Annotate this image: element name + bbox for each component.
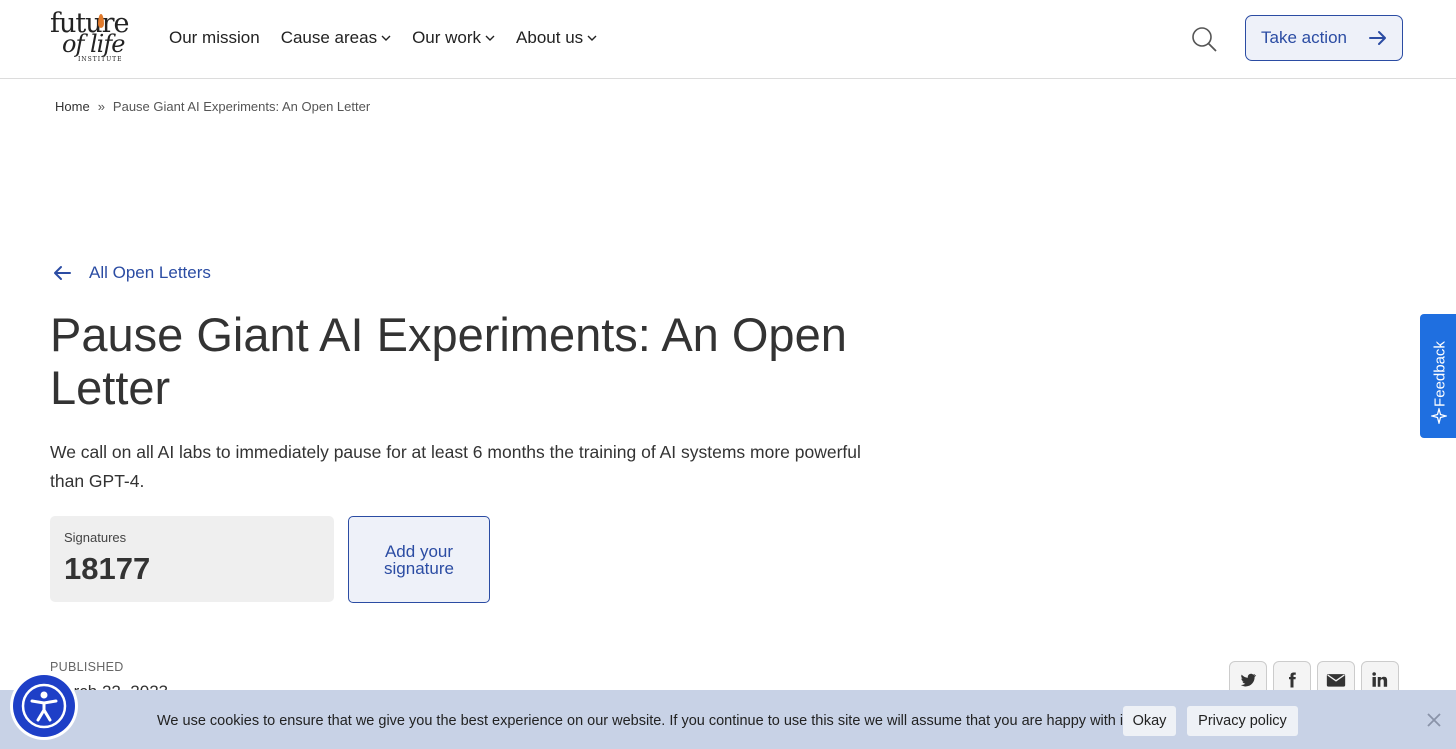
nav-label: About us <box>516 28 584 47</box>
cookie-banner: We use cookies to ensure that we give yo… <box>0 690 1456 749</box>
breadcrumb-home[interactable]: Home <box>55 99 90 114</box>
add-signature-label: Add your signature <box>384 541 454 578</box>
accessibility-icon <box>21 683 67 729</box>
linkedin-icon <box>1372 672 1388 687</box>
article-lede: We call on all AI labs to immediately pa… <box>50 442 861 491</box>
page-title: Pause Giant AI Experiments: An Open Lett… <box>50 308 847 414</box>
nav-our-mission[interactable]: Our mission <box>169 28 260 48</box>
breadcrumb-current: Pause Giant AI Experiments: An Open Lett… <box>112 99 371 114</box>
site-header: future of life INSTITUTE Our mission Cau… <box>0 0 1456 79</box>
take-action-button[interactable]: Take action <box>1245 15 1403 61</box>
nav-our-work[interactable]: Our work <box>412 28 495 48</box>
signature-counter: Signatures 18177 <box>50 516 334 602</box>
site-logo[interactable]: future of life INSTITUTE <box>50 10 130 68</box>
feedback-tab[interactable]: Feedback <box>1420 314 1456 438</box>
signatures-count: 18177 <box>64 551 151 586</box>
flame-icon <box>98 14 104 28</box>
accessibility-button[interactable] <box>10 672 78 740</box>
cookie-okay-button[interactable]: Okay <box>1123 706 1176 736</box>
nav-about-us[interactable]: About us <box>516 28 597 48</box>
nav-label: Our mission <box>169 28 260 47</box>
search-icon[interactable] <box>1190 25 1218 53</box>
arrow-right-icon <box>1369 31 1386 45</box>
privacy-policy-label: Privacy policy <box>1198 713 1287 729</box>
nav-label: Cause areas <box>280 28 378 47</box>
logo-line-3: INSTITUTE <box>78 56 123 63</box>
nav-cause-areas[interactable]: Cause areas <box>281 28 391 48</box>
feedback-label: Feedback <box>1431 341 1449 407</box>
take-action-label: Take action <box>1261 28 1347 47</box>
accessibility-badge <box>13 675 75 737</box>
nav-label: Our work <box>412 28 482 47</box>
cookie-okay-label: Okay <box>1132 713 1167 729</box>
signatures-label: Signatures <box>64 530 127 545</box>
sparkle-icon <box>1431 408 1447 424</box>
facebook-icon <box>1289 672 1296 688</box>
back-to-open-letters-link[interactable]: All Open Letters <box>52 263 211 283</box>
arrow-left-icon <box>54 266 71 280</box>
add-signature-button[interactable]: Add your signature <box>348 516 490 603</box>
breadcrumb-separator: » <box>97 99 105 114</box>
breadcrumb: Home » Pause Giant AI Experiments: An Op… <box>55 99 370 114</box>
cookie-message: We use cookies to ensure that we give yo… <box>157 713 1132 729</box>
back-label: All Open Letters <box>89 263 211 282</box>
chevron-down-icon <box>587 35 597 41</box>
privacy-policy-button[interactable]: Privacy policy <box>1187 706 1298 736</box>
chevron-down-icon <box>485 35 495 41</box>
close-icon[interactable] <box>1426 712 1442 728</box>
email-icon <box>1326 674 1346 687</box>
chevron-down-icon <box>381 35 391 41</box>
published-label: PUBLISHED <box>50 660 124 674</box>
logo-line-2: of life <box>62 30 125 58</box>
main-nav: Our mission Cause areas Our work About u… <box>169 28 597 48</box>
twitter-icon <box>1240 673 1257 687</box>
